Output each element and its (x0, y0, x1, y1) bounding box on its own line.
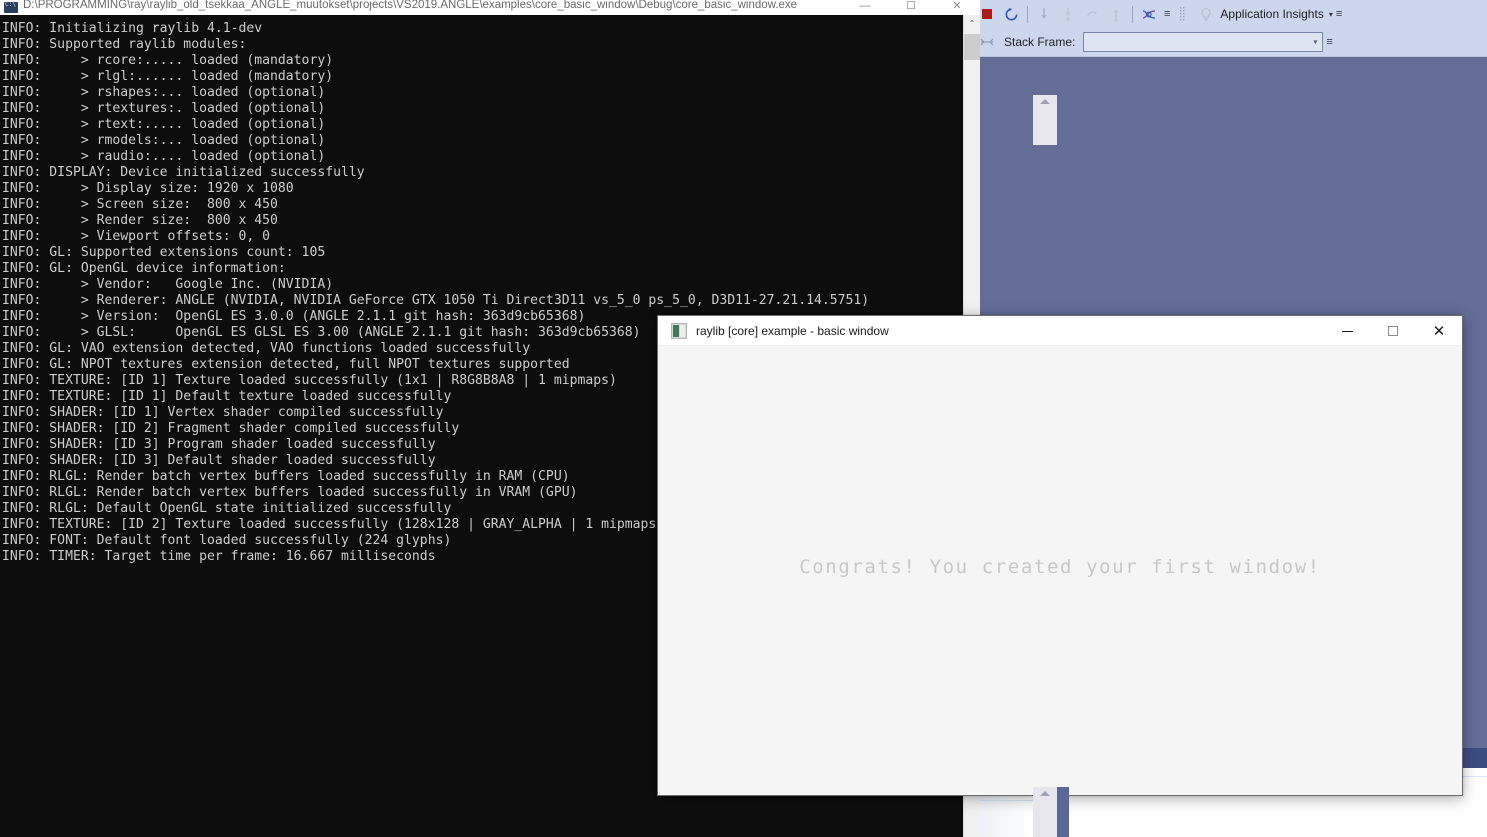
console-scroll-up-arrow-icon[interactable]: ⌃ (964, 15, 980, 32)
step-over-button[interactable] (1056, 2, 1080, 26)
application-insights-icon-button[interactable] (1194, 2, 1218, 26)
raylib-app-icon (671, 322, 687, 339)
raylib-maximize-button[interactable] (1370, 316, 1416, 346)
console-scrollbar-thumb[interactable] (964, 34, 980, 60)
raylib-minimize-button[interactable] (1324, 316, 1370, 346)
step-out-curve-icon (1087, 10, 1097, 16)
vs-lower-scrollbar[interactable] (1033, 787, 1057, 837)
raylib-title-text: raylib [core] example - basic window (696, 323, 889, 338)
console-title-text: D:\PROGRAMMING\ray\raylib_old_tsekkaa_AN… (23, 0, 798, 11)
vs-hairline-left (975, 800, 1033, 801)
vs-toolbar-container: ≡ Application Insights ▾ ≡ Stack Frame: … (975, 0, 1487, 57)
toolbar-separator-2 (1132, 5, 1133, 23)
vs-vertical-blue-strip (1057, 787, 1069, 837)
show-next-statement-button[interactable] (1104, 2, 1128, 26)
restart-circular-arrow-icon (1005, 7, 1017, 20)
stack-frame-combobox[interactable]: ▾ (1083, 32, 1324, 52)
raylib-congrats-text: Congrats! You created your first window! (799, 556, 1321, 578)
threads-icon (1142, 9, 1156, 19)
raylib-titlebar[interactable]: raylib [core] example - basic window ✕ (658, 316, 1462, 346)
close-icon: ✕ (1432, 322, 1446, 340)
application-insights-label[interactable]: Application Insights (1220, 7, 1323, 21)
desktop-screen: ≡ Application Insights ▾ ≡ Stack Frame: … (0, 0, 1487, 837)
step-over-arrow-icon (1065, 7, 1071, 21)
link-chain-icon (980, 38, 994, 46)
console-app-icon (4, 1, 18, 13)
scroll-up-arrow-icon[interactable] (1040, 99, 1050, 104)
application-insights-chevron-down-icon[interactable]: ▾ (1329, 10, 1333, 19)
show-next-statement-arrow-icon (1113, 8, 1119, 22)
vs-scroll-up-arrow-icon[interactable] (1040, 791, 1050, 796)
maximize-icon (1388, 326, 1398, 336)
raylib-close-button[interactable]: ✕ (1416, 316, 1462, 346)
restart-button[interactable] (999, 2, 1023, 26)
step-into-button[interactable] (1032, 2, 1056, 26)
vs-debug-location-toolbar: Stack Frame: ▾ ≡ (975, 28, 1487, 56)
raylib-window-controls: ✕ (1324, 316, 1462, 346)
toolbar-gripper[interactable] (1170, 2, 1194, 26)
step-out-button[interactable] (1080, 2, 1104, 26)
console-titlebar[interactable]: D:\PROGRAMMING\ray\raylib_old_tsekkaa_AN… (0, 0, 980, 15)
console-close-button[interactable]: ✕ (934, 0, 980, 13)
step-into-arrow-icon (1041, 7, 1047, 18)
console-minimize-button[interactable]: — (842, 0, 888, 13)
toolbar-separator-1 (1027, 5, 1028, 23)
vs-debug-toolbar: ≡ Application Insights ▾ ≡ (975, 0, 1487, 28)
debug-toolbar-overflow-icon[interactable]: ≡ (1336, 8, 1342, 19)
dotted-gripper-icon (1179, 7, 1185, 21)
vs-editor-vertical-scrollbar[interactable] (1033, 95, 1057, 145)
threads-button[interactable] (1137, 2, 1161, 26)
raylib-window: raylib [core] example - basic window ✕ C… (657, 315, 1463, 796)
raylib-client-area: Congrats! You created your first window! (658, 346, 1462, 795)
stack-frame-label: Stack Frame: (1004, 35, 1076, 49)
debug-location-overflow-icon[interactable]: ≡ (1326, 36, 1332, 47)
stop-square-icon (982, 9, 992, 19)
console-maximize-button[interactable]: ☐ (888, 0, 934, 13)
stack-frame-chevron-down-icon[interactable]: ▾ (1313, 38, 1317, 47)
lightbulb-icon (1201, 7, 1211, 21)
console-window-controls: — ☐ ✕ (842, 0, 980, 15)
minimize-icon (1341, 330, 1353, 332)
